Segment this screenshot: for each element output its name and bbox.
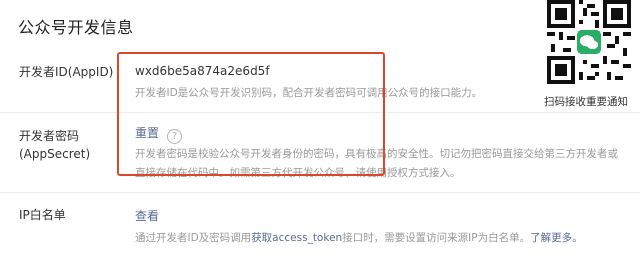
ip-whitelist-label: IP白名单 [19, 208, 66, 222]
appid-description: 开发者ID是公众号开发识别码，配合开发者密码可调用公众号的接口能力。 [135, 87, 483, 99]
ip-desc-after: 接口时，需要设置访问来源IP为白名单。 [342, 232, 531, 244]
learn-more-link[interactable]: 了解更多。 [530, 232, 583, 244]
divider [0, 112, 640, 113]
appid-label: 开发者ID(AppID) [19, 65, 114, 79]
wechat-qr-code-icon [547, 0, 631, 84]
appsecret-description: 开发者密码是校验公众号开发者身份的密码，具有极高的安全性。切记勿把密码直接交给第… [135, 145, 618, 183]
appid-value: wxd6be5a874a2e6d5f [135, 64, 270, 78]
appsecret-label: 开发者密码 (AppSecret) [19, 127, 90, 163]
divider [0, 192, 640, 193]
appsecret-desc-line1: 开发者密码是校验公众号开发者身份的密码，具有极高的安全性。切记勿把密码直接交给第… [135, 148, 618, 160]
appsecret-label-line1: 开发者密码 [19, 129, 80, 143]
qr-caption: 扫码接收重要通知 [544, 96, 628, 108]
qr-code [547, 0, 631, 84]
appsecret-actions: 重置? [135, 124, 183, 144]
reset-link[interactable]: 重置 [135, 126, 159, 140]
ip-desc-before: 通过开发者ID及密码调用 [135, 232, 252, 244]
ip-whitelist-view-link[interactable]: 查看 [135, 207, 159, 224]
page-title: 公众号开发信息 [18, 18, 134, 37]
appsecret-label-line2: (AppSecret) [19, 147, 91, 161]
help-icon[interactable]: ? [167, 129, 183, 144]
ip-whitelist-description: 通过开发者ID及密码调用获取access_token接口时，需要设置访问来源IP… [135, 229, 583, 248]
access-token-link[interactable]: 获取access_token [251, 232, 342, 244]
appsecret-desc-line2: 直接存储在代码中。如需第三方代开发公众号，请使用授权方式接入。 [135, 167, 461, 179]
